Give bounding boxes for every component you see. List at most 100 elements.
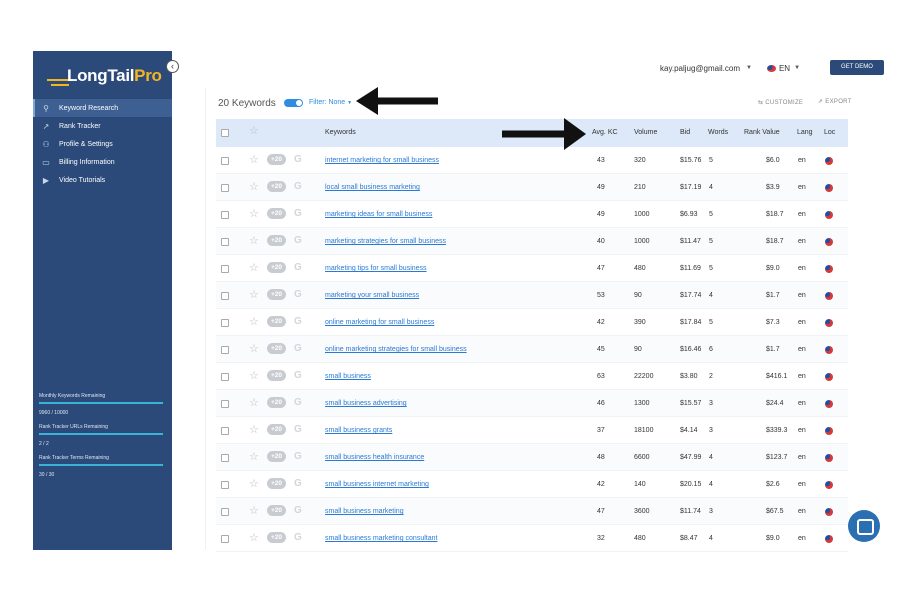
logo[interactable]: LongTailPro [47,63,162,91]
star-icon[interactable]: ☆ [249,531,259,544]
star-icon[interactable]: ☆ [249,342,259,355]
sidebar-item-keyword-research[interactable]: ⚲ Keyword Research [33,99,172,117]
star-icon[interactable]: ☆ [249,153,259,166]
keyword-link[interactable]: marketing your small business [325,292,419,299]
google-icon[interactable]: G [294,343,302,354]
filter-dropdown[interactable]: Filter: None ▼ [309,99,352,106]
keyword-link[interactable]: local small business marketing [325,184,420,191]
keyword-link[interactable]: small business marketing consultant [325,535,437,542]
keyword-link[interactable]: internet marketing for small business [325,157,439,164]
keyword-link[interactable]: marketing strategies for small business [325,238,446,245]
google-icon[interactable]: G [294,424,302,435]
keyword-link[interactable]: online marketing for small business [325,319,434,326]
star-icon[interactable]: ☆ [249,288,259,301]
plus-20-button[interactable]: +20 [267,316,286,327]
row-checkbox[interactable] [221,535,229,543]
plus-20-button[interactable]: +20 [267,478,286,489]
google-icon[interactable]: G [294,262,302,273]
google-icon[interactable]: G [294,289,302,300]
column-header-bid[interactable]: Bid [680,129,690,136]
star-icon[interactable]: ☆ [249,396,259,409]
plus-20-button[interactable]: +20 [267,181,286,192]
google-icon[interactable]: G [294,370,302,381]
row-checkbox[interactable] [221,184,229,192]
keyword-link[interactable]: marketing tips for small business [325,265,427,272]
google-icon[interactable]: G [294,478,302,489]
star-icon[interactable]: ☆ [249,315,259,328]
star-icon[interactable]: ☆ [249,423,259,436]
account-email[interactable]: kay.paljug@gmail.com [660,64,740,73]
star-icon[interactable]: ☆ [249,477,259,490]
plus-20-button[interactable]: +20 [267,343,286,354]
row-checkbox[interactable] [221,481,229,489]
star-icon[interactable]: ☆ [249,180,259,193]
keyword-link[interactable]: marketing ideas for small business [325,211,432,218]
row-checkbox[interactable] [221,508,229,516]
plus-20-button[interactable]: +20 [267,208,286,219]
sidebar-item-video-tutorials[interactable]: ▶ Video Tutorials [33,171,172,189]
google-icon[interactable]: G [294,397,302,408]
row-checkbox[interactable] [221,346,229,354]
get-demo-button[interactable]: GET DEMO [830,60,884,75]
customize-button[interactable]: ⇆ CUSTOMIZE [758,99,803,106]
column-header-loc[interactable]: Loc [824,129,835,136]
star-icon[interactable]: ☆ [249,369,259,382]
column-header-keywords[interactable]: Keywords [325,129,356,136]
plus-20-button[interactable]: +20 [267,370,286,381]
keyword-link[interactable]: small business marketing [325,508,404,515]
keyword-link[interactable]: online marketing strategies for small bu… [325,346,467,353]
row-checkbox[interactable] [221,265,229,273]
sidebar-item-profile-settings[interactable]: ⚇ Profile & Settings [33,135,172,153]
plus-20-button[interactable]: +20 [267,289,286,300]
plus-20-button[interactable]: +20 [267,262,286,273]
star-icon[interactable]: ☆ [249,234,259,247]
column-header-volume[interactable]: Volume [634,129,657,136]
plus-20-button[interactable]: +20 [267,451,286,462]
row-checkbox[interactable] [221,400,229,408]
language-selector[interactable]: EN [779,64,790,73]
google-icon[interactable]: G [294,316,302,327]
google-icon[interactable]: G [294,532,302,543]
select-all-checkbox[interactable] [221,129,229,137]
sidebar-item-billing-information[interactable]: ▭ Billing Information [33,153,172,171]
google-icon[interactable]: G [294,208,302,219]
star-icon[interactable]: ☆ [249,450,259,463]
export-button[interactable]: ⇗ EXPORT [818,98,852,105]
column-header-lang[interactable]: Lang [797,129,813,136]
star-icon[interactable]: ☆ [249,124,259,137]
keyword-link[interactable]: small business [325,373,371,380]
keyword-link[interactable]: small business grants [325,427,392,434]
google-icon[interactable]: G [294,505,302,516]
google-icon[interactable]: G [294,235,302,246]
row-checkbox[interactable] [221,211,229,219]
plus-20-button[interactable]: +20 [267,532,286,543]
row-checkbox[interactable] [221,427,229,435]
star-icon[interactable]: ☆ [249,207,259,220]
plus-20-button[interactable]: +20 [267,505,286,516]
chevron-down-icon[interactable]: ▼ [794,65,800,71]
column-header-words[interactable]: Words [708,129,728,136]
plus-20-button[interactable]: +20 [267,397,286,408]
plus-20-button[interactable]: +20 [267,235,286,246]
row-checkbox[interactable] [221,454,229,462]
keyword-link[interactable]: small business health insurance [325,454,424,461]
row-checkbox[interactable] [221,292,229,300]
plus-20-button[interactable]: +20 [267,424,286,435]
keyword-link[interactable]: small business advertising [325,400,407,407]
star-icon[interactable]: ☆ [249,504,259,517]
column-header-avg-kc[interactable]: Avg. KC [592,129,618,136]
sidebar-item-rank-tracker[interactable]: ↗ Rank Tracker [33,117,172,135]
row-checkbox[interactable] [221,238,229,246]
chevron-down-icon[interactable]: ▼ [746,65,752,71]
keyword-link[interactable]: small business internet marketing [325,481,429,488]
row-checkbox[interactable] [221,157,229,165]
google-icon[interactable]: G [294,154,302,165]
chat-widget-button[interactable] [848,510,880,542]
plus-20-button[interactable]: +20 [267,154,286,165]
row-checkbox[interactable] [221,373,229,381]
collapse-sidebar-button[interactable]: ‹ [166,60,179,73]
star-icon[interactable]: ☆ [249,261,259,274]
google-icon[interactable]: G [294,181,302,192]
google-icon[interactable]: G [294,451,302,462]
column-header-rank-value[interactable]: Rank Value [744,129,780,136]
